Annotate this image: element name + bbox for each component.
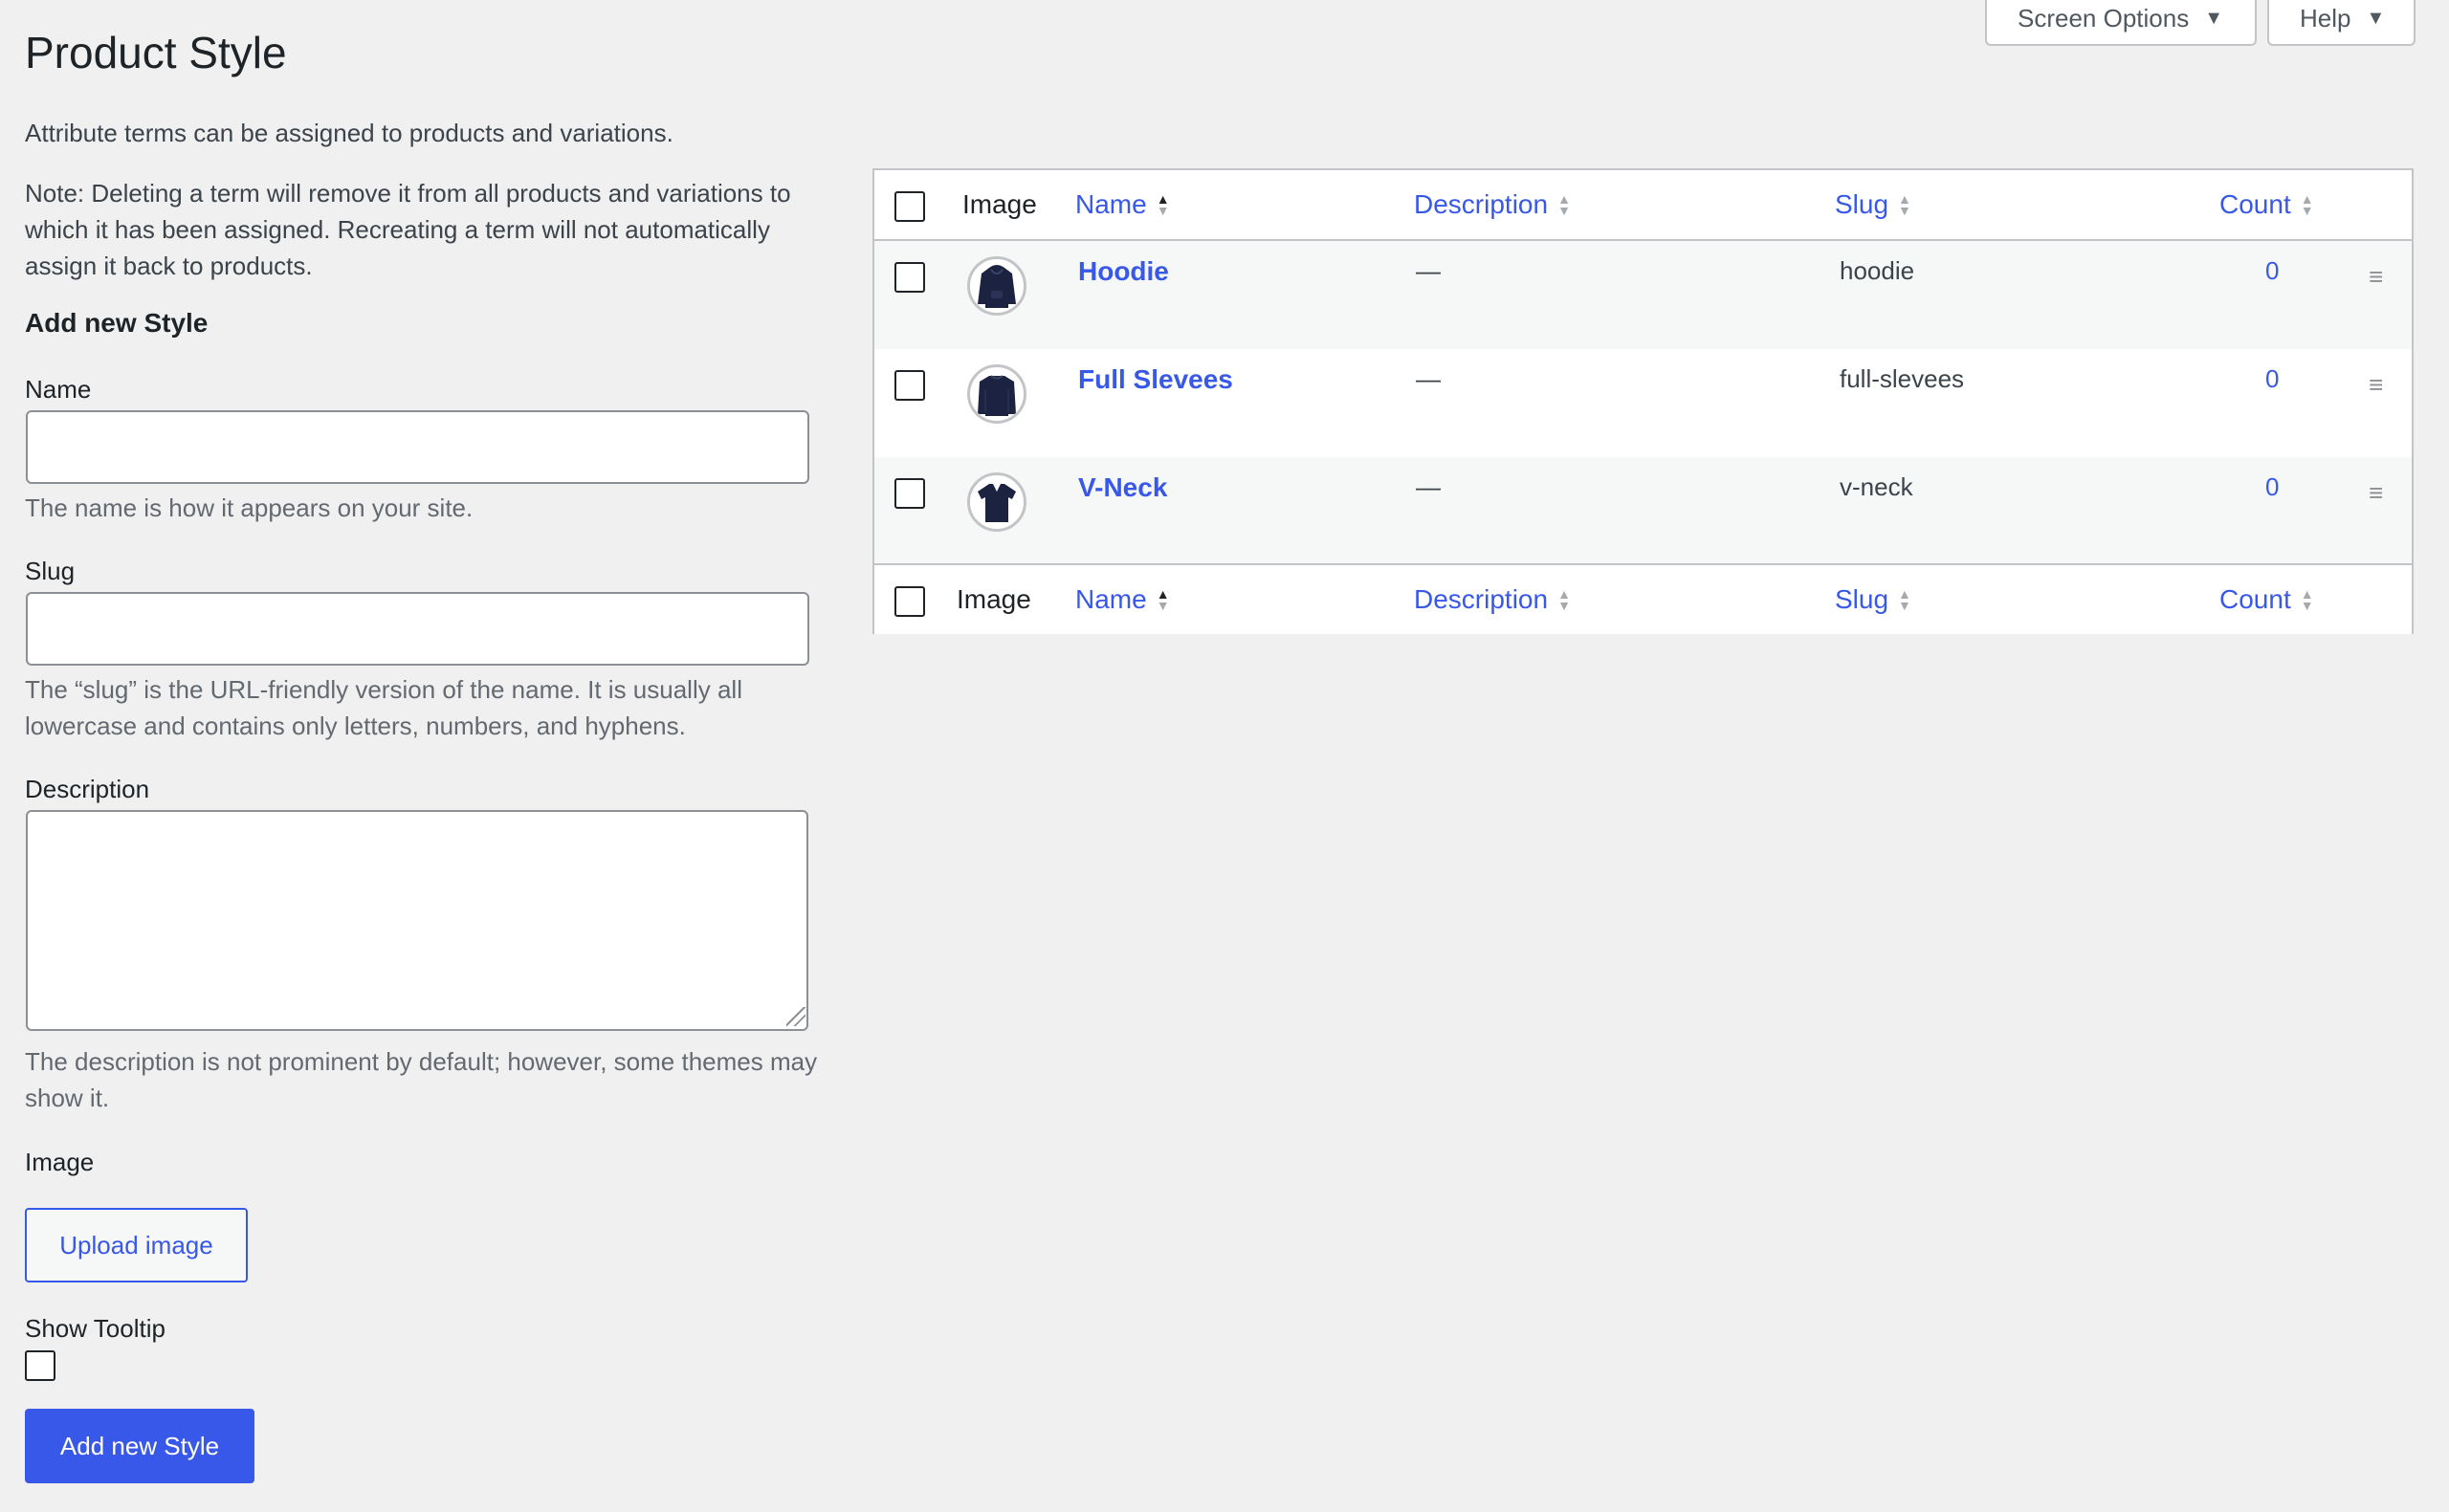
sweatshirt-icon	[967, 364, 1026, 424]
column-slug-sort-footer[interactable]: Slug ▲ ▼	[1835, 565, 1911, 634]
term-count-link[interactable]: 0	[2265, 472, 2279, 502]
column-count-sort[interactable]: Count ▲ ▼	[2219, 170, 2314, 239]
screen-options-button[interactable]: Screen Options ▼	[1985, 0, 2257, 46]
table-row: Full Slevees — full-slevees 0 ≡	[874, 349, 2412, 457]
show-tooltip-label: Show Tooltip	[25, 1314, 165, 1343]
sort-icon: ▲ ▼	[1557, 586, 1571, 613]
terms-table: Image Name ▲ ▼ Description ▲ ▼ Slug ▲ ▼ Cou…	[872, 168, 2414, 634]
column-description-label: Description	[1414, 189, 1549, 219]
table-header: Image Name ▲ ▼ Description ▲ ▼ Slug ▲ ▼ Cou…	[874, 170, 2412, 241]
description-label: Description	[25, 775, 150, 803]
name-input[interactable]	[26, 410, 809, 484]
term-name-link[interactable]: Hoodie	[1078, 256, 1169, 287]
term-description: —	[1416, 472, 1441, 501]
image-label: Image	[25, 1148, 95, 1176]
hoodie-icon	[967, 256, 1026, 316]
drag-handle-icon[interactable]: ≡	[2369, 370, 2383, 400]
caret-down-icon: ▼	[2366, 7, 2386, 29]
name-label: Name	[25, 375, 92, 404]
term-slug: hoodie	[1840, 256, 1915, 285]
column-name-sort-footer[interactable]: Name ▲ ▼	[1075, 565, 1170, 634]
column-description-sort-footer[interactable]: Description ▲ ▼	[1414, 565, 1571, 634]
column-image-footer: Image	[957, 584, 1031, 614]
term-slug: full-slevees	[1840, 364, 1965, 393]
term-name-link[interactable]: Full Slevees	[1078, 364, 1233, 395]
column-description-sort[interactable]: Description ▲ ▼	[1414, 170, 1571, 239]
slug-help-text: The “slug” is the URL-friendly version o…	[25, 675, 742, 740]
table-row: Hoodie — hoodie 0 ≡	[874, 241, 2412, 349]
select-all-checkbox[interactable]	[894, 191, 925, 222]
tshirt-icon	[967, 472, 1026, 532]
description-help-text: The description is not prominent by defa…	[25, 1047, 818, 1112]
help-button[interactable]: Help ▼	[2267, 0, 2416, 46]
column-slug-label: Slug	[1835, 189, 1889, 219]
column-description-label: Description	[1414, 584, 1549, 614]
sort-icon: ▲ ▼	[1557, 191, 1571, 218]
table-row: V-Neck — v-neck 0 ≡	[874, 457, 2412, 565]
page-title: Product Style	[25, 28, 287, 77]
drag-handle-icon[interactable]: ≡	[2369, 262, 2383, 292]
sort-icon: ▲ ▼	[2300, 586, 2314, 613]
sort-ascending-icon: ▲ ▼	[1156, 191, 1170, 218]
term-name-link[interactable]: V-Neck	[1078, 472, 1167, 503]
column-name-sort[interactable]: Name ▲ ▼	[1075, 170, 1170, 239]
row-checkbox[interactable]	[894, 478, 925, 509]
column-slug-sort[interactable]: Slug ▲ ▼	[1835, 170, 1911, 239]
intro-text: Attribute terms can be assigned to produ…	[25, 119, 673, 147]
column-name-label: Name	[1075, 189, 1147, 219]
screen-options-label: Screen Options	[2018, 3, 2190, 33]
sort-ascending-icon: ▲ ▼	[1156, 586, 1170, 613]
column-slug-label: Slug	[1835, 584, 1889, 614]
column-image: Image	[962, 189, 1037, 219]
column-count-sort-footer[interactable]: Count ▲ ▼	[2219, 565, 2314, 634]
sort-icon: ▲ ▼	[2300, 191, 2314, 218]
show-tooltip-checkbox[interactable]	[25, 1350, 55, 1381]
term-description: —	[1416, 364, 1441, 393]
table-footer: Image Name ▲ ▼ Description ▲ ▼ Slug ▲ ▼ Cou…	[874, 563, 2412, 634]
row-checkbox[interactable]	[894, 262, 925, 293]
add-new-style-button[interactable]: Add new Style	[25, 1409, 254, 1483]
sort-icon: ▲ ▼	[1898, 586, 1911, 613]
caret-down-icon: ▼	[2204, 7, 2224, 29]
description-textarea[interactable]	[26, 810, 808, 1031]
help-label: Help	[2300, 3, 2351, 33]
form-heading: Add new Style	[25, 308, 209, 338]
column-name-label: Name	[1075, 584, 1147, 614]
column-count-label: Count	[2219, 584, 2291, 614]
term-slug: v-neck	[1840, 472, 1913, 501]
row-checkbox[interactable]	[894, 370, 925, 401]
term-count-link[interactable]: 0	[2265, 256, 2279, 286]
note-text: Note: Deleting a term will remove it fro…	[25, 179, 791, 280]
column-count-label: Count	[2219, 189, 2291, 219]
name-help-text: The name is how it appears on your site.	[25, 493, 474, 522]
term-description: —	[1416, 256, 1441, 285]
slug-label: Slug	[25, 557, 76, 585]
select-all-checkbox-footer[interactable]	[894, 586, 925, 617]
slug-input[interactable]	[26, 592, 809, 666]
sort-icon: ▲ ▼	[1898, 191, 1911, 218]
drag-handle-icon[interactable]: ≡	[2369, 478, 2383, 508]
upload-image-button[interactable]: Upload image	[25, 1208, 248, 1282]
term-count-link[interactable]: 0	[2265, 364, 2279, 394]
